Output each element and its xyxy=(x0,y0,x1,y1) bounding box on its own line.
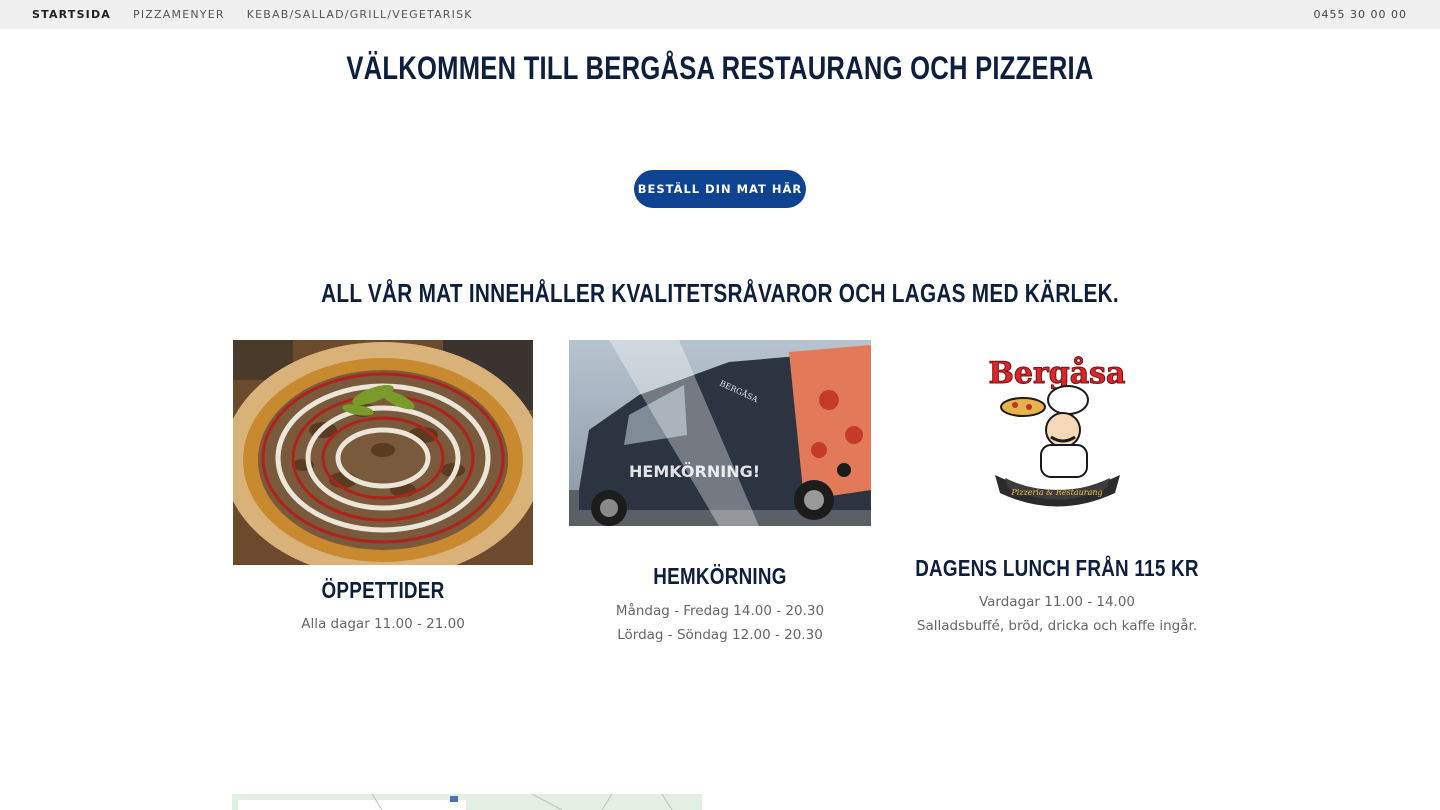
logo-ribbon-text: Pizzeria & Restaurang xyxy=(1010,488,1102,497)
lunch-hours-line: Vardagar 11.00 - 14.00 xyxy=(978,594,1136,610)
lunch-includes-line: Salladsbuffé, bröd, dricka och kaffe ing… xyxy=(916,618,1198,634)
nav-item-kebab-sallad-grill[interactable]: KEBAB/SALLAD/GRILL/VEGETARISK xyxy=(247,8,473,21)
main-nav: STARTSIDA PIZZAMENYER KEBAB/SALLAD/GRILL… xyxy=(32,0,495,29)
opening-hours-title: ÖPPETTIDER xyxy=(321,577,445,603)
delivery-weekday-line: Måndag - Fredag 14.00 - 20.30 xyxy=(615,603,825,619)
nav-item-startsida[interactable]: STARTSIDA xyxy=(32,8,111,21)
delivery-weekend-line: Lördag - Söndag 12.00 - 20.30 xyxy=(617,627,823,643)
bergasa-logo: Bergåsa Pizzeria & Restaurang xyxy=(985,345,1130,513)
order-food-button[interactable]: BESTÄLL DIN MAT HÄR xyxy=(634,170,806,208)
lunch-text: Vardagar 11.00 - 14.00 Salladsbuffé, brö… xyxy=(880,590,1234,638)
delivery-title: HEMKÖRNING xyxy=(653,563,787,589)
section-heading: ALL VÅR MAT INNEHÅLLER KVALITETSRÅVAROR … xyxy=(321,278,1119,308)
nav-item-pizzamenyer[interactable]: PIZZAMENYER xyxy=(133,8,225,21)
delivery-hours-text: Måndag - Fredag 14.00 - 20.30 Lördag - S… xyxy=(569,599,871,647)
phone-number[interactable]: 0455 30 00 00 xyxy=(1314,0,1407,29)
logo-wordmark: Bergåsa xyxy=(989,356,1126,391)
opening-hours-line: Alla dagar 11.00 - 21.00 xyxy=(301,616,465,632)
pizza-image xyxy=(233,340,533,565)
lunch-title: DAGENS LUNCH FRÅN 115 KR xyxy=(915,555,1199,581)
opening-hours-text: Alla dagar 11.00 - 21.00 xyxy=(233,612,533,636)
location-map[interactable] xyxy=(232,794,702,810)
page-title: VÄLKOMMEN TILL BERGÅSA RESTAURANG OCH PI… xyxy=(346,50,1094,86)
delivery-van-image: HEMKÖRNING! BERGÅSA xyxy=(569,340,871,526)
